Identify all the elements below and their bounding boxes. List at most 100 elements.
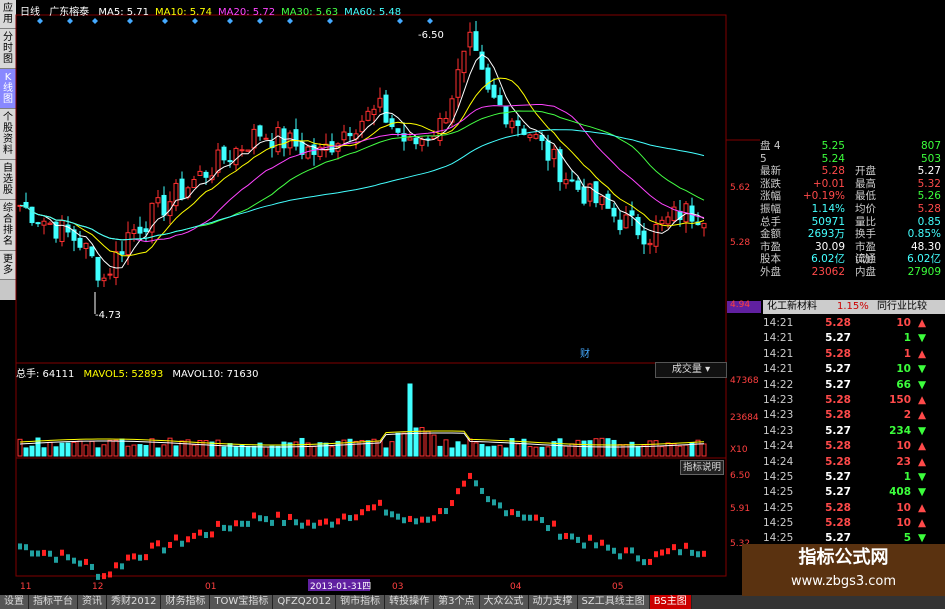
bottom-tab-12[interactable]: SZ工具线主图	[577, 595, 650, 609]
bs-block	[306, 519, 310, 526]
indicator-help-button[interactable]: 指标说明	[680, 460, 724, 475]
bottom-tab-13[interactable]: BS主图	[649, 595, 692, 609]
bs-block	[684, 542, 688, 549]
bottom-tab-bar: 设置 指标平台 资讯 秀财2012 财务指标 TOW宝指标 QFZQ2012 钢市指标 转投操作…	[0, 595, 945, 609]
bs-block	[588, 534, 592, 541]
bs-block	[324, 518, 328, 525]
trade-row: 14:25 5.27 408 ▼	[763, 485, 945, 500]
bs-block	[606, 544, 610, 551]
bs-block	[48, 550, 52, 557]
bottom-tab-1[interactable]: 指标平台	[29, 595, 78, 609]
candle	[599, 195, 605, 206]
bs-block	[456, 488, 460, 495]
candle	[581, 186, 587, 204]
bottom-tab-2[interactable]: 资讯	[78, 595, 107, 609]
bs-block	[504, 510, 508, 517]
candle	[341, 131, 347, 141]
volume-bar	[527, 446, 533, 457]
bs-block	[516, 510, 520, 517]
bs-block	[384, 509, 388, 516]
bs-block	[648, 558, 652, 565]
bs-block	[348, 515, 352, 522]
candle	[701, 222, 707, 229]
chevron-down-icon: ▾	[705, 364, 711, 375]
volume-bar	[539, 446, 545, 457]
volume-bar	[155, 447, 161, 457]
bottom-tab-3[interactable]: 秀财2012	[107, 595, 162, 609]
x-axis-label: 05	[612, 582, 623, 592]
bs-block	[654, 551, 658, 558]
volume-bar	[479, 443, 485, 457]
signal-diamond-icon	[127, 18, 133, 24]
volume-bar	[329, 446, 335, 457]
candle	[443, 117, 449, 124]
candle	[509, 120, 515, 129]
volume-bar	[89, 440, 95, 457]
ma-label-2: MA20: 5.72	[218, 7, 276, 18]
order-book-row: 盘 4 5.25 807	[760, 140, 941, 152]
volume-bar	[125, 445, 131, 457]
volume-bar	[143, 445, 149, 457]
bs-block	[486, 496, 490, 503]
bottom-tab-6[interactable]: QFZQ2012	[273, 595, 337, 609]
bottom-tab-11[interactable]: 动力支撑	[528, 595, 578, 609]
candle	[653, 224, 659, 247]
volume-indicator-button[interactable]: 成交量 ▾	[655, 362, 727, 378]
candle	[293, 129, 299, 147]
arrow-down-icon: ▼	[917, 378, 927, 391]
candle	[647, 242, 653, 246]
ma-label-1: MA10: 5.74	[155, 7, 213, 18]
trade-row: 14:25 5.28 10 ▲	[763, 501, 945, 516]
candle	[263, 137, 269, 140]
volume-bar	[191, 444, 197, 457]
bs-block	[666, 548, 670, 555]
bs-block	[402, 517, 406, 524]
candle	[221, 146, 227, 161]
bottom-tab-7[interactable]: 钢市指标	[336, 595, 386, 609]
volume-bar	[425, 430, 431, 457]
candle	[257, 125, 263, 137]
bs-block	[96, 573, 100, 580]
candle	[395, 128, 401, 133]
industry-bar[interactable]: 化工新材料 1.15% 同行业比较	[763, 300, 945, 314]
trade-row: 14:21 5.27 1 ▼	[763, 331, 945, 346]
bottom-tab-0[interactable]: 设置	[0, 595, 29, 609]
volume-bar	[41, 447, 47, 457]
bs-block	[354, 514, 358, 521]
bs-block	[60, 549, 64, 556]
bs-block	[576, 536, 580, 543]
bs-block	[18, 543, 22, 550]
arrow-up-icon: ▲	[917, 501, 927, 514]
volume-bar	[347, 438, 353, 457]
candle	[389, 118, 395, 127]
arrow-down-icon: ▼	[917, 424, 927, 437]
volume-bar	[491, 445, 497, 457]
candle	[131, 229, 137, 234]
candle	[605, 193, 611, 209]
volume-bar	[275, 445, 281, 457]
bottom-tab-9[interactable]: 第3个点	[434, 595, 480, 609]
watermark: 指标公式网 www.zbgs3.com	[742, 544, 945, 596]
bottom-tab-4[interactable]: 财务指标	[161, 595, 211, 609]
bs-block	[678, 549, 682, 556]
quote-row: 涨幅 +0.19% 最低 5.26	[760, 190, 941, 203]
stock-name: 广东榕泰	[49, 7, 90, 18]
watermark-url: www.zbgs3.com	[790, 574, 897, 589]
bs-block	[66, 554, 70, 561]
candle	[377, 97, 383, 108]
bottom-tab-8[interactable]: 转投操作	[385, 595, 435, 609]
signal-diamond-icon	[227, 18, 233, 24]
volume-bar	[497, 444, 503, 457]
volume-bar	[455, 441, 461, 457]
bs-block	[540, 517, 544, 524]
industry-compare-link[interactable]: 同行业比较	[877, 300, 937, 314]
bs-block	[594, 542, 598, 549]
candle	[665, 216, 671, 225]
bottom-tab-10[interactable]: 大众公式	[479, 595, 529, 609]
bottom-tab-5[interactable]: TOW宝指标	[210, 595, 274, 609]
volume-total: 总手: 64111	[16, 369, 75, 380]
watermark-title: 指标公式网	[798, 547, 889, 568]
quote-row: 总手 50971 量比 0.85	[760, 215, 941, 228]
bs-block	[690, 549, 694, 556]
volume-bar	[101, 444, 107, 457]
